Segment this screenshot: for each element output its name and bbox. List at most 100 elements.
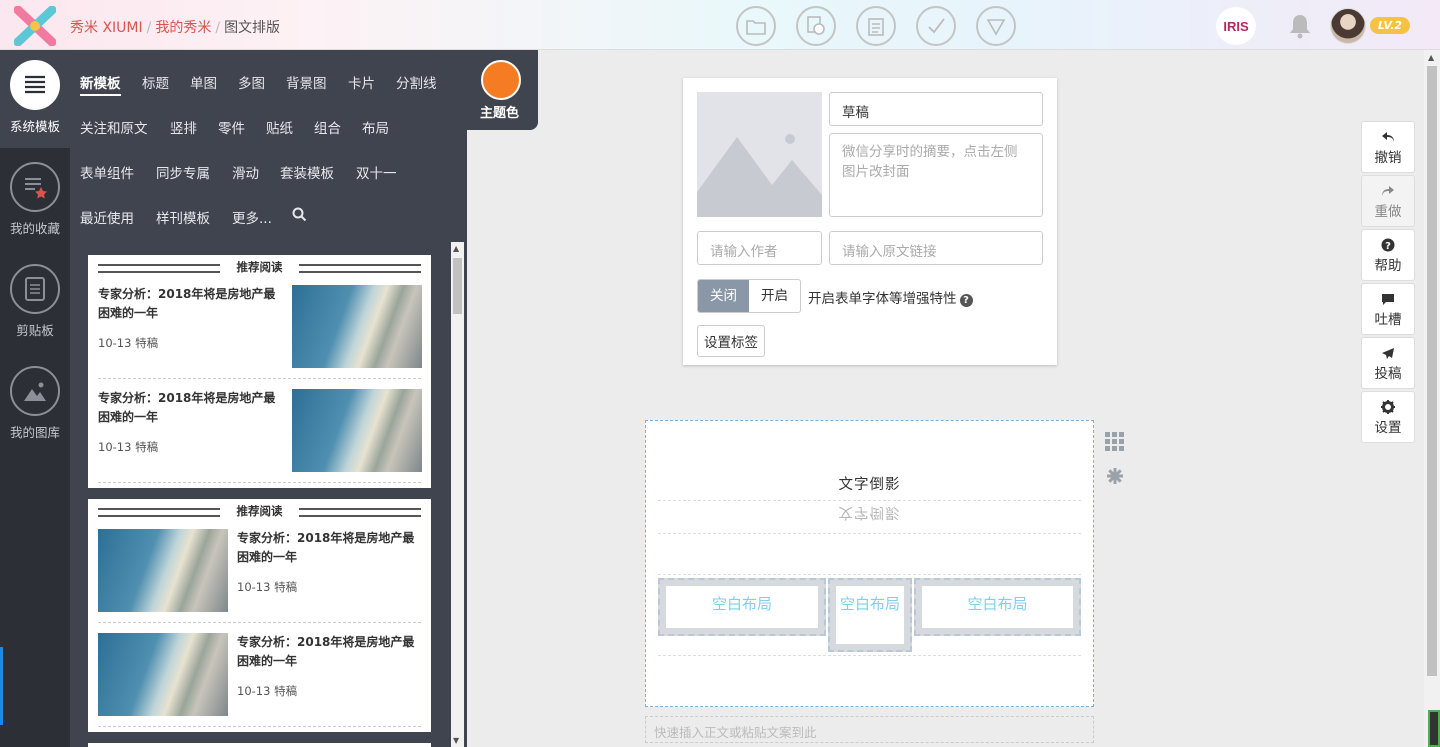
category-suite[interactable]: 套装模板 <box>280 162 334 182</box>
layout-cell[interactable]: 空白布局 <box>828 578 912 652</box>
check-icon[interactable] <box>916 6 956 46</box>
bell-icon[interactable] <box>1288 13 1312 39</box>
category-background[interactable]: 背景图 <box>286 72 327 92</box>
scroll-thumb[interactable] <box>1427 66 1437 676</box>
category-slide[interactable]: 滑动 <box>232 162 259 182</box>
undo-button[interactable]: 撤销 <box>1361 121 1415 173</box>
original-link-field[interactable]: 请输入原文链接 <box>829 231 1043 265</box>
title-field[interactable]: 草稿 <box>829 92 1043 126</box>
help-button[interactable]: ? 帮助 <box>1361 229 1415 281</box>
template-card[interactable]: 推荐阅读 专家分析：2018年将是房地产最困难的一年 10-13 特稿 专家分析… <box>88 255 431 488</box>
theme-color-label: 主题色 <box>480 106 520 121</box>
template-scrollbar[interactable]: ▲ ▼ <box>451 242 464 747</box>
category-vertical[interactable]: 竖排 <box>170 117 197 137</box>
gear-icon <box>1362 398 1414 416</box>
category-parts[interactable]: 零件 <box>218 117 245 137</box>
sidebar-item-favorites[interactable]: 我的收藏 <box>0 162 70 237</box>
category-stickers[interactable]: 贴纸 <box>266 117 293 137</box>
article-date: 10-13 特稿 <box>237 684 298 698</box>
toggle-on-button[interactable]: 开启 <box>749 280 800 312</box>
layout-cell-label: 空白布局 <box>836 586 904 644</box>
level-badge: LV.2 <box>1370 17 1410 34</box>
sidebar-item-clipboard[interactable]: 剪贴板 <box>0 264 70 339</box>
submit-button[interactable]: 投稿 <box>1361 337 1415 389</box>
category-single-image[interactable]: 单图 <box>190 72 217 92</box>
image-placeholder-icon <box>697 134 822 217</box>
breadcrumb-section[interactable]: 我的秀米 <box>155 20 211 36</box>
list-icon <box>10 60 60 110</box>
category-form[interactable]: 表单组件 <box>80 162 134 182</box>
scroll-up-icon[interactable]: ▲ <box>1428 53 1434 62</box>
top-bar: 秀米 XIUMI / 我的秀米 / 图文排版 IRIS LV.2 <box>0 0 1440 50</box>
template-card-heading: 推荐阅读 <box>98 503 421 519</box>
breadcrumb-site[interactable]: 秀米 XIUMI <box>70 20 143 36</box>
category-multi-image[interactable]: 多图 <box>238 72 265 92</box>
asterisk-icon[interactable] <box>1106 467 1124 485</box>
category-divider[interactable]: 分割线 <box>396 72 437 92</box>
article-title: 专家分析：2018年将是房地产最困难的一年 <box>98 287 276 320</box>
question-icon[interactable]: ? <box>959 294 973 307</box>
divider <box>658 500 1081 501</box>
svg-text:?: ? <box>1385 241 1391 252</box>
iris-badge[interactable]: IRIS <box>1216 7 1256 45</box>
download-triangle-icon[interactable] <box>976 6 1016 46</box>
list-item: 专家分析：2018年将是房地产最困难的一年 10-13 特稿 <box>98 623 421 727</box>
layout-cell[interactable]: 空白布局 <box>914 578 1081 636</box>
sidebar-item-system-templates[interactable]: 系统模板 <box>0 60 70 135</box>
folder-icon[interactable] <box>736 6 776 46</box>
summary-field[interactable]: 微信分享时的摘要，点击左侧图片改封面 <box>829 133 1043 217</box>
divider <box>658 655 1081 656</box>
scroll-thumb[interactable] <box>453 258 462 314</box>
scroll-down-icon[interactable]: ▼ <box>453 736 459 745</box>
category-combo[interactable]: 组合 <box>314 117 341 137</box>
clipboard-icon[interactable] <box>856 6 896 46</box>
template-list: 推荐阅读 专家分析：2018年将是房地产最困难的一年 10-13 特稿 专家分析… <box>88 255 431 747</box>
grid-icon[interactable] <box>1105 432 1125 452</box>
avatar[interactable] <box>1330 8 1366 44</box>
feedback-button[interactable]: 吐槽 <box>1361 283 1415 335</box>
send-icon <box>1362 344 1414 362</box>
sidebar-item-gallery[interactable]: 我的图库 <box>0 366 70 441</box>
page-scrollbar[interactable]: ▲ <box>1424 50 1440 747</box>
gallery-icon <box>10 366 60 416</box>
toggle-off-button[interactable]: 关闭 <box>698 280 749 312</box>
search-icon[interactable] <box>292 207 307 222</box>
breadcrumb: 秀米 XIUMI / 我的秀米 / 图文排版 <box>70 20 281 36</box>
quick-insert-field[interactable]: 快速插入正文或粘贴文案到此 <box>645 716 1094 743</box>
category-more[interactable]: 更多... <box>232 207 272 227</box>
meter-widget <box>1428 710 1440 747</box>
category-recent[interactable]: 最近使用 <box>80 207 134 227</box>
category-sync[interactable]: 同步专属 <box>156 162 210 182</box>
list-item: 专家分析：2018年将是房地产最困难的一年 10-13 特稿 <box>98 519 421 623</box>
category-layout[interactable]: 布局 <box>362 117 389 137</box>
sidebar-item-label: 我的图库 <box>9 425 60 440</box>
copy-icon[interactable] <box>796 6 836 46</box>
theme-color-button[interactable] <box>481 60 521 100</box>
xiumi-logo[interactable] <box>14 6 56 46</box>
redo-button[interactable]: 重做 <box>1361 175 1415 227</box>
sidebar-item-label: 我的收藏 <box>9 221 60 236</box>
cover-image[interactable] <box>697 92 822 217</box>
article-date: 10-13 特稿 <box>237 580 298 594</box>
sidebar-item-label: 系统模板 <box>9 119 60 134</box>
list-item: 专家分析：2018年将是房地产最困难的一年 10-13 特稿 <box>98 379 422 483</box>
set-tags-button[interactable]: 设置标签 <box>697 325 765 357</box>
enhance-label: 开启表单字体等增强特性? <box>808 287 973 307</box>
editor-block[interactable]: 文字倒影 文字倒影 空白布局 空白布局 空白布局 <box>645 420 1094 707</box>
layout-cell[interactable]: 空白布局 <box>658 578 826 636</box>
settings-button[interactable]: 设置 <box>1361 391 1415 443</box>
author-field[interactable]: 请输入作者 <box>697 231 822 265</box>
category-new[interactable]: 新模板 <box>80 72 121 96</box>
template-card[interactable] <box>88 743 431 747</box>
beach-image <box>292 285 422 368</box>
category-sample[interactable]: 样刊模板 <box>156 207 210 227</box>
category-double-eleven[interactable]: 双十一 <box>356 162 397 182</box>
category-follow[interactable]: 关注和原文 <box>80 117 148 137</box>
category-title[interactable]: 标题 <box>142 72 169 92</box>
cover-card: 草稿 微信分享时的摘要，点击左侧图片改封面 请输入作者 请输入原文链接 关闭 开… <box>683 78 1057 365</box>
reflection-text[interactable]: 文字倒影 <box>646 473 1093 494</box>
category-card[interactable]: 卡片 <box>348 72 375 92</box>
scroll-up-icon[interactable]: ▲ <box>453 244 459 253</box>
template-card[interactable]: 推荐阅读 专家分析：2018年将是房地产最困难的一年 10-13 特稿 专家分析… <box>88 499 431 732</box>
template-card-heading: 推荐阅读 <box>98 259 421 275</box>
